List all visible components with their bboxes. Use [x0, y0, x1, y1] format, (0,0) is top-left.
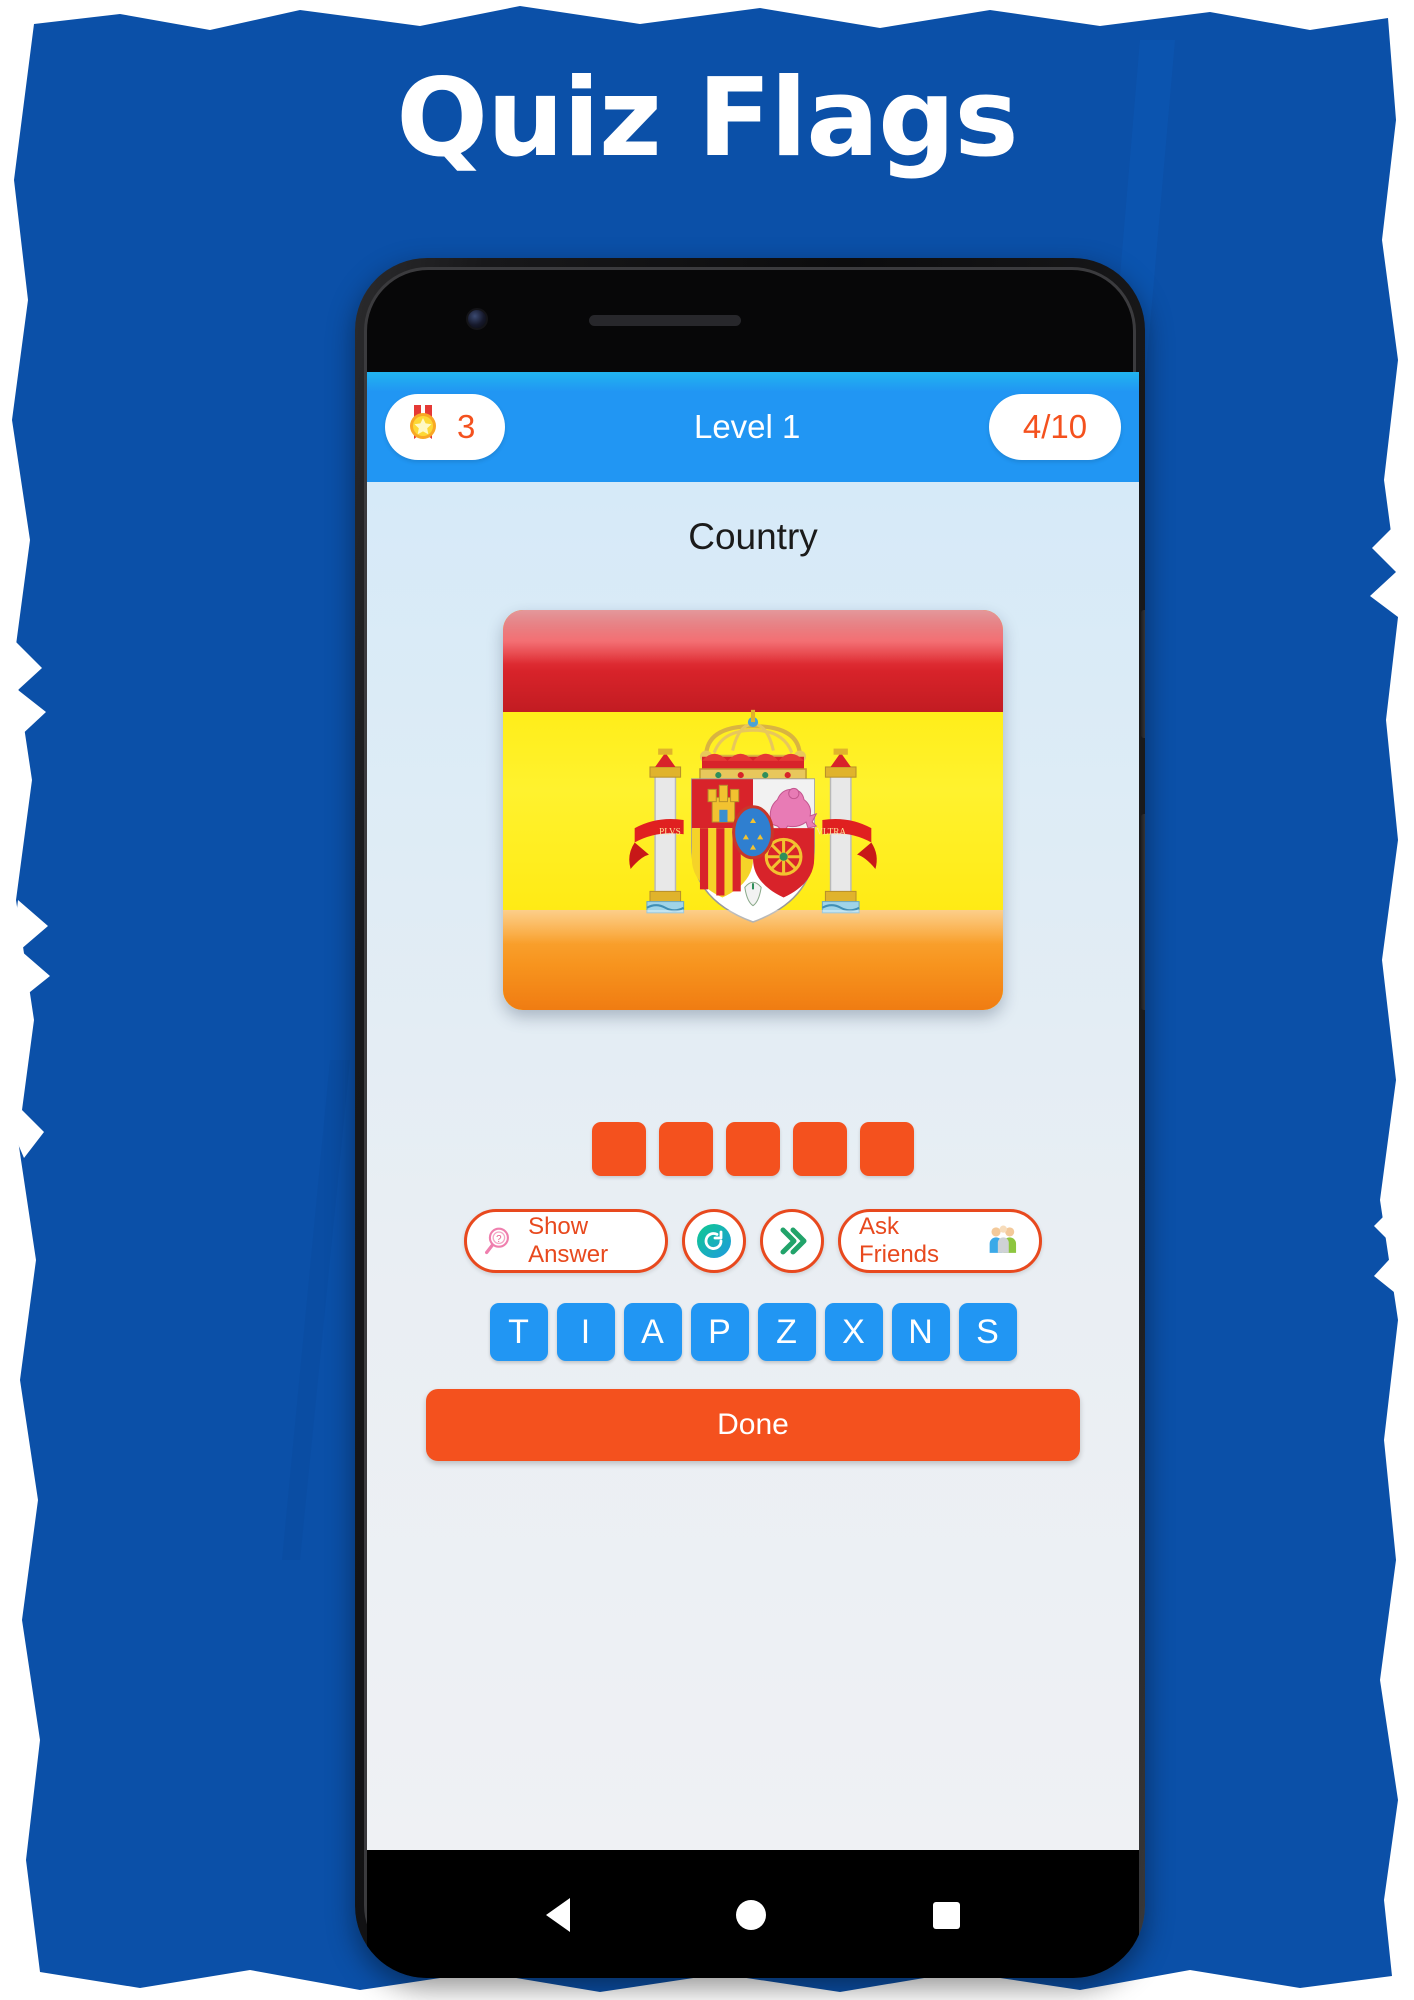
helper-button-row: ? Show Answer Ask Friends	[464, 1209, 1042, 1273]
svg-text:PLVS: PLVS	[659, 826, 681, 836]
svg-text:?: ?	[496, 1234, 502, 1245]
answer-slot[interactable]	[726, 1122, 780, 1176]
ask-friends-button[interactable]: Ask Friends	[838, 1209, 1042, 1273]
level-label: Level 1	[693, 408, 801, 445]
phone-mockup: 3 Level 1 4/10 Country PLVS VLTRA ? Show…	[355, 258, 1145, 1978]
letter-tile[interactable]: P	[690, 1303, 749, 1361]
show-answer-label: Show Answer	[528, 1213, 609, 1268]
volume-button[interactable]	[1141, 814, 1145, 1010]
progress-value: 4/10	[1022, 408, 1088, 445]
letter-tiles: T I A P Z X N S	[489, 1303, 1017, 1361]
answer-slot[interactable]	[659, 1122, 713, 1176]
refresh-circle-icon	[697, 1224, 731, 1258]
recents-icon[interactable]	[932, 1901, 960, 1929]
svg-text:VLTRA: VLTRA	[816, 826, 846, 836]
magnifier-question-icon: ?	[485, 1227, 509, 1255]
phone-bezel: 3 Level 1 4/10 Country PLVS VLTRA ? Show…	[364, 267, 1139, 1978]
letter-tile[interactable]: S	[958, 1303, 1017, 1361]
medal-star-icon	[410, 405, 436, 439]
category-label: Country	[688, 516, 818, 557]
app-body: Country PLVS VLTRA ? Show Answer Ask Fri…	[367, 482, 1139, 1850]
answer-slot[interactable]	[592, 1122, 646, 1176]
back-icon[interactable]	[546, 1898, 571, 1932]
flag-image: PLVS VLTRA	[503, 610, 1003, 1010]
letter-tile[interactable]: A	[623, 1303, 682, 1361]
letter-tile[interactable]: Z	[757, 1303, 816, 1361]
speaker-grill-icon	[589, 315, 741, 326]
refresh-button[interactable]	[682, 1209, 746, 1273]
progress-badge: 4/10	[989, 394, 1121, 460]
android-nav-bar	[367, 1850, 1139, 1978]
answer-slots	[592, 1122, 914, 1176]
spain-flag-icon: PLVS VLTRA	[503, 610, 1003, 1010]
app-header: 3 Level 1 4/10	[367, 372, 1139, 482]
camera-icon	[466, 308, 488, 330]
page-title: Quiz Flags	[396, 56, 1018, 181]
screenshot-root: Quiz Flags 3 Level 1 4/10 Country PLVS V…	[0, 0, 1414, 2000]
score-value: 3	[457, 408, 476, 445]
home-icon[interactable]	[736, 1900, 767, 1930]
show-answer-button[interactable]: ? Show Answer	[464, 1209, 668, 1273]
double-chevron-right-icon	[780, 1227, 807, 1255]
answer-slot[interactable]	[860, 1122, 914, 1176]
letter-tile[interactable]: T	[489, 1303, 548, 1361]
letter-tile[interactable]: X	[824, 1303, 883, 1361]
score-badge[interactable]: 3	[385, 394, 506, 460]
done-button[interactable]: Done	[426, 1389, 1080, 1461]
answer-slot[interactable]	[793, 1122, 847, 1176]
people-group-icon	[990, 1225, 1017, 1253]
letter-tile[interactable]: I	[556, 1303, 615, 1361]
letter-tile[interactable]: N	[891, 1303, 950, 1361]
ask-friends-label: Ask Friends	[859, 1213, 940, 1268]
power-button[interactable]	[1141, 610, 1145, 738]
skip-button[interactable]	[760, 1209, 824, 1273]
app-screen: 3 Level 1 4/10 Country PLVS VLTRA ? Show…	[367, 372, 1139, 1850]
